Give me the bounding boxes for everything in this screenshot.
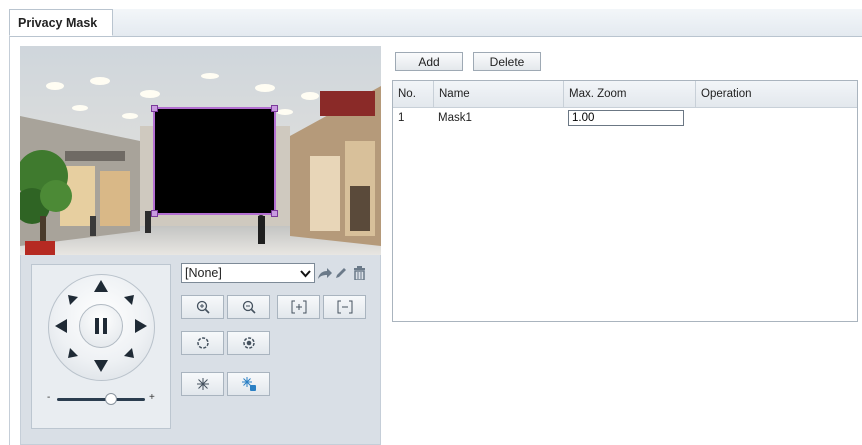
arrow-up-right-icon[interactable]: [119, 290, 139, 310]
privacy-mask-area[interactable]: [151, 105, 278, 217]
max-zoom-input[interactable]: [568, 110, 684, 126]
iris-open-button[interactable]: [181, 331, 224, 355]
column-header-no: No.: [398, 88, 416, 100]
table-row[interactable]: 1 Mask1: [393, 108, 857, 129]
pause-button[interactable]: [79, 304, 123, 348]
table-header: No. Name Max. Zoom Operation: [393, 81, 857, 108]
zoom-out-icon: [242, 300, 256, 314]
column-header-operation: Operation: [695, 81, 835, 107]
arrow-down-icon[interactable]: [91, 356, 111, 376]
speed-slider[interactable]: - +: [45, 391, 160, 407]
pause-icon: [95, 318, 107, 334]
resize-handle[interactable]: [151, 210, 158, 217]
wiper-button[interactable]: [181, 372, 224, 396]
focus-near-button[interactable]: [277, 295, 320, 319]
cell-name: Mask1: [438, 112, 472, 124]
arrow-right-icon[interactable]: [131, 316, 151, 336]
edit-icon[interactable]: [333, 264, 349, 282]
preset-select[interactable]: [None]: [181, 263, 315, 283]
delete-button[interactable]: Delete: [473, 52, 541, 71]
focus-far-icon: [337, 300, 352, 314]
slider-plus-icon: +: [149, 392, 155, 403]
focus-near-icon: [291, 300, 306, 314]
tab-bar: Privacy Mask: [9, 9, 862, 37]
delete-icon[interactable]: [351, 264, 367, 282]
light-button[interactable]: [227, 372, 270, 396]
resize-handle[interactable]: [271, 210, 278, 217]
light-icon: [241, 377, 256, 391]
zoom-in-button[interactable]: [181, 295, 224, 319]
column-header-name: Name: [433, 81, 563, 107]
focus-far-button[interactable]: [323, 295, 366, 319]
tab-privacy-mask[interactable]: Privacy Mask: [9, 9, 113, 36]
cell-operation: [695, 108, 835, 129]
add-button[interactable]: Add: [395, 52, 463, 71]
zoom-out-button[interactable]: [227, 295, 270, 319]
iris-close-button[interactable]: [227, 331, 270, 355]
slider-minus-icon: -: [47, 392, 51, 403]
arrow-up-left-icon[interactable]: [63, 290, 83, 310]
arrow-up-icon[interactable]: [91, 276, 111, 296]
column-header-max-zoom: Max. Zoom: [563, 81, 695, 107]
arrow-down-right-icon[interactable]: [119, 343, 139, 363]
iris-open-icon: [196, 337, 209, 349]
arrow-down-left-icon[interactable]: [63, 343, 83, 363]
goto-icon[interactable]: [316, 264, 332, 282]
chevron-down-icon: [300, 270, 311, 278]
resize-handle[interactable]: [271, 105, 278, 112]
wiper-icon: [196, 378, 209, 390]
cell-no: 1: [398, 112, 405, 124]
preset-value: [None]: [185, 266, 222, 280]
iris-close-icon: [242, 337, 255, 349]
arrow-left-icon[interactable]: [51, 316, 71, 336]
slider-track[interactable]: [57, 398, 145, 401]
mask-table: No. Name Max. Zoom Operation 1 Mask1: [392, 80, 858, 322]
resize-handle[interactable]: [151, 105, 158, 112]
slider-thumb[interactable]: [105, 393, 117, 405]
zoom-in-icon: [196, 300, 210, 314]
